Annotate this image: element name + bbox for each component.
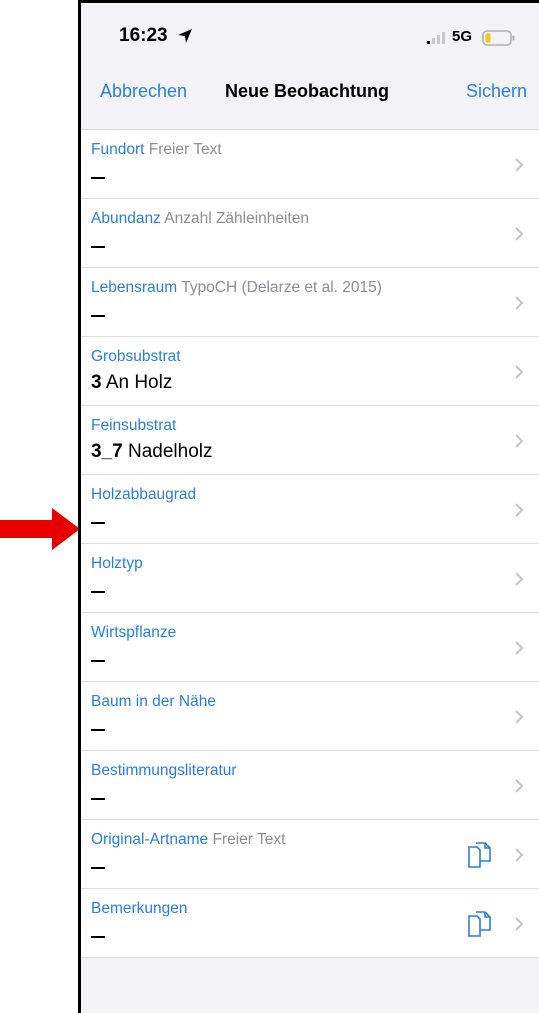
field-value-text: An Holz — [105, 372, 173, 393]
field-label-text: Feinsubstrat — [91, 417, 177, 434]
empty-value-dash — [91, 591, 105, 593]
chevron-right-icon — [515, 779, 524, 793]
empty-value-dash — [91, 315, 105, 317]
field-value: 3_7 Nadelholz — [91, 441, 212, 463]
field-label: Bestimmungsliteratur — [91, 762, 237, 780]
page-title: Neue Beobachtung — [225, 81, 390, 101]
copy-icon[interactable] — [467, 841, 493, 869]
form-row-original-artname[interactable]: Original-Artname Freier Text — [81, 820, 539, 889]
field-label-text: Holztyp — [91, 555, 143, 572]
form-row-lebensraum[interactable]: Lebensraum TypoCH (Delarze et al. 2015) — [81, 268, 539, 337]
form-row-holztyp[interactable]: Holztyp — [81, 544, 539, 613]
form-row-holzabbaugrad[interactable]: Holzabbaugrad — [81, 475, 539, 544]
signal-bars-icon — [427, 32, 445, 44]
field-hint: TypoCH (Delarze et al. 2015) — [181, 279, 382, 296]
field-hint: Freier Text — [212, 831, 286, 848]
location-arrow-icon — [178, 29, 192, 43]
chevron-right-icon — [515, 296, 524, 310]
save-button[interactable]: Sichern — [466, 81, 527, 102]
form-row-bemerkungen[interactable]: Bemerkungen — [81, 889, 539, 958]
field-value-code: 3_7 — [91, 441, 123, 462]
field-label: Fundort Freier Text — [91, 141, 222, 159]
field-label-text: Baum in der Nähe — [91, 693, 216, 710]
field-label-text: Lebensraum — [91, 279, 178, 296]
field-label-text: Fundort — [91, 141, 145, 158]
navigation-bar: Abbrechen Neue Beobachtung Sichern — [81, 71, 539, 127]
cancel-button[interactable]: Abbrechen — [100, 81, 187, 102]
form-row-feinsubstrat[interactable]: Feinsubstrat 3_7 Nadelholz — [81, 406, 539, 475]
empty-value-dash — [91, 177, 105, 179]
copy-icon[interactable] — [467, 910, 493, 938]
field-value-code: 3 — [91, 372, 102, 393]
chevron-right-icon — [515, 365, 524, 379]
field-label-text: Original-Artname — [91, 831, 209, 848]
chevron-right-icon — [515, 434, 524, 448]
form-row-abundanz[interactable]: Abundanz Anzahl Zähleinheiten — [81, 199, 539, 268]
form-row-grobsubstrat[interactable]: Grobsubstrat 3 An Holz — [81, 337, 539, 406]
red-arrow-indicator — [0, 508, 80, 550]
form-row-wirtspflanze[interactable]: Wirtspflanze — [81, 613, 539, 682]
field-label: Abundanz Anzahl Zähleinheiten — [91, 210, 309, 228]
empty-value-dash — [91, 798, 105, 800]
chevron-right-icon — [515, 710, 524, 724]
field-label: Grobsubstrat — [91, 348, 181, 366]
field-value: 3 An Holz — [91, 372, 172, 394]
phone-screen: 16:23 5G Abbrechen Neue Beobachtung Sich… — [78, 0, 539, 1013]
field-label: Holzabbaugrad — [91, 486, 196, 504]
field-label-text: Holzabbaugrad — [91, 486, 197, 503]
field-label: Bemerkungen — [91, 900, 188, 918]
field-label: Lebensraum TypoCH (Delarze et al. 2015) — [91, 279, 382, 297]
form-row-baum-in-der-naehe[interactable]: Baum in der Nähe — [81, 682, 539, 751]
empty-value-dash — [91, 246, 105, 248]
chevron-right-icon — [515, 227, 524, 241]
field-label-text: Bestimmungsliteratur — [91, 762, 237, 779]
empty-value-dash — [91, 522, 105, 524]
status-time: 16:23 — [119, 25, 168, 46]
field-label-text: Abundanz — [91, 210, 161, 227]
chevron-right-icon — [515, 848, 524, 862]
chevron-right-icon — [515, 572, 524, 586]
chevron-right-icon — [515, 917, 524, 931]
field-label: Original-Artname Freier Text — [91, 831, 285, 849]
empty-value-dash — [91, 867, 105, 869]
empty-value-dash — [91, 729, 105, 731]
field-label-text: Grobsubstrat — [91, 348, 181, 365]
chevron-right-icon — [515, 503, 524, 517]
status-bar: 16:23 5G — [81, 3, 539, 71]
field-hint: Freier Text — [148, 141, 222, 158]
empty-value-dash — [91, 936, 105, 938]
form-row-fundort[interactable]: Fundort Freier Text — [81, 130, 539, 199]
observation-form-list: Fundort Freier Text Abundanz Anzahl Zähle… — [81, 129, 539, 958]
battery-low-icon — [482, 30, 515, 46]
empty-value-dash — [91, 660, 105, 662]
chevron-right-icon — [515, 158, 524, 172]
field-label: Baum in der Nähe — [91, 693, 216, 711]
field-label-text: Bemerkungen — [91, 900, 188, 917]
field-label: Holztyp — [91, 555, 143, 573]
network-type: 5G — [452, 28, 473, 45]
form-row-bestimmungsliteratur[interactable]: Bestimmungsliteratur — [81, 751, 539, 820]
field-label: Wirtspflanze — [91, 624, 176, 642]
field-label: Feinsubstrat — [91, 417, 176, 435]
field-label-text: Wirtspflanze — [91, 624, 177, 641]
field-value-text: Nadelholz — [127, 441, 213, 462]
field-hint: Anzahl Zähleinheiten — [164, 210, 310, 227]
chevron-right-icon — [515, 641, 524, 655]
